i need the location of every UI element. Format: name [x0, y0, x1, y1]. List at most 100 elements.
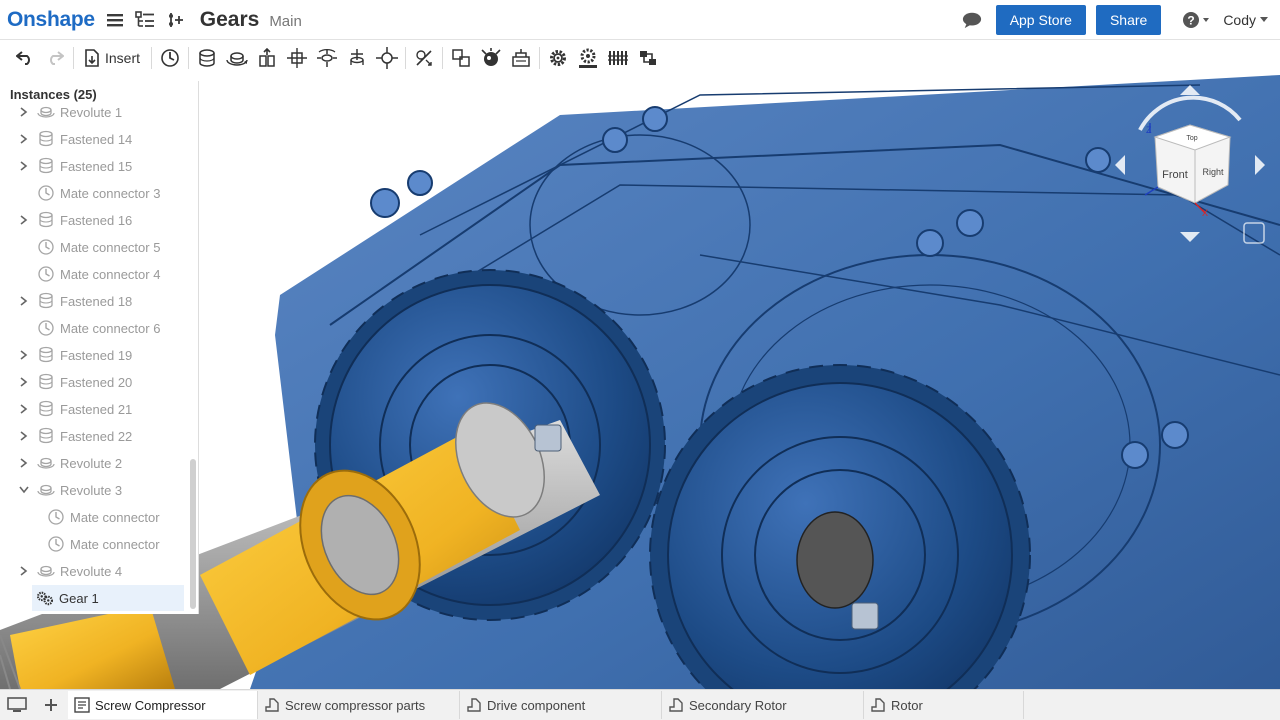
instance-label: Fastened 21: [60, 401, 133, 417]
chevron-right-icon[interactable]: [18, 106, 30, 118]
chevron-right-icon[interactable]: [18, 565, 30, 577]
fastened-mate-icon[interactable]: [192, 43, 222, 73]
rack-pinion-relation-icon[interactable]: [573, 43, 603, 73]
instance-row[interactable]: Revolute 4: [0, 558, 186, 584]
instance-row[interactable]: Fastened 15: [0, 153, 186, 179]
instance-list-scrollbar[interactable]: [190, 459, 196, 609]
chevron-right-icon[interactable]: [18, 376, 30, 388]
toolbar-divider: [151, 46, 153, 69]
instance-row[interactable]: Mate connector 4: [0, 261, 186, 287]
document-tab[interactable]: Screw Compressor: [68, 691, 258, 719]
instance-row[interactable]: Revolute 3: [0, 477, 186, 503]
mate-connector-tool-icon[interactable]: [155, 43, 185, 73]
chevron-right-icon[interactable]: [18, 457, 30, 469]
chevron-right-icon[interactable]: [18, 349, 30, 361]
revolute-mate-icon[interactable]: [222, 43, 252, 73]
chevron-right-icon[interactable]: [18, 430, 30, 442]
document-tab-bar: Screw Compressor Screw compressor parts Dr…: [0, 689, 1280, 720]
fastened-icon: [37, 427, 55, 445]
cylindrical-mate-icon[interactable]: [312, 43, 342, 73]
chevron-right-icon[interactable]: [18, 214, 30, 226]
instance-row[interactable]: Fastened 19: [0, 342, 186, 368]
chevron-right-icon[interactable]: [18, 160, 30, 172]
instance-row[interactable]: Revolute 1: [0, 99, 186, 125]
instance-label: Fastened 18: [60, 293, 133, 309]
instance-row[interactable]: Fastened 18: [0, 288, 186, 314]
instance-row[interactable]: Mate connector: [0, 504, 186, 530]
insert-label: Insert: [105, 49, 141, 66]
slider-mate-icon[interactable]: [252, 43, 282, 73]
document-tab[interactable]: Drive component: [460, 691, 662, 719]
axis-z-label: Z: [1146, 125, 1152, 135]
instance-row[interactable]: Gear 1: [32, 585, 184, 611]
revolute-icon: [37, 481, 55, 499]
undo-icon[interactable]: [10, 43, 40, 73]
instance-row[interactable]: Fastened 21: [0, 396, 186, 422]
screw-relation-icon[interactable]: [603, 43, 633, 73]
insert-button[interactable]: Insert: [77, 43, 148, 73]
view-cube-top-label[interactable]: Top: [1186, 135, 1197, 142]
instance-label: Revolute 1: [60, 104, 123, 120]
group-icon[interactable]: [446, 43, 476, 73]
view-cube-right-label[interactable]: Right: [1202, 167, 1224, 177]
instance-label: Mate connector: [70, 536, 160, 552]
tab-manager-icon[interactable]: [0, 690, 34, 720]
help-icon[interactable]: ?: [1181, 10, 1211, 30]
instance-row[interactable]: Mate connector 6: [0, 315, 186, 341]
user-name: Cody: [1223, 12, 1256, 28]
assembly-icon: [74, 697, 90, 713]
instance-label: Mate connector 3: [60, 185, 161, 201]
tangent-mate-icon[interactable]: [409, 43, 439, 73]
chevron-right-icon[interactable]: [18, 403, 30, 415]
instance-label: Mate connector: [70, 509, 160, 525]
part-studio-icon: [870, 697, 886, 713]
instance-label: Fastened 14: [60, 131, 133, 147]
user-menu[interactable]: Cody: [1223, 12, 1268, 28]
linear-relation-icon[interactable]: [633, 43, 663, 73]
gear-relation-icon[interactable]: [543, 43, 573, 73]
share-button[interactable]: Share: [1095, 5, 1162, 35]
chevron-right-icon[interactable]: [18, 133, 30, 145]
mate-connector-icon: [47, 508, 65, 526]
fastened-icon: [37, 346, 55, 364]
view-cube-front-label[interactable]: Front: [1162, 169, 1188, 181]
named-position-icon[interactable]: [506, 43, 536, 73]
instance-label: Fastened 19: [60, 347, 133, 363]
explode-view-icon[interactable]: [476, 43, 506, 73]
document-title[interactable]: Gears: [200, 8, 260, 32]
onshape-logo[interactable]: Onshape: [7, 8, 95, 32]
redo-icon[interactable]: [40, 43, 70, 73]
pin-slot-mate-icon[interactable]: [342, 43, 372, 73]
instance-row[interactable]: Revolute 2: [0, 450, 186, 476]
instance-row[interactable]: Mate connector 3: [0, 180, 186, 206]
document-tab[interactable]: Screw compressor parts: [258, 691, 460, 719]
add-tab-icon[interactable]: [34, 690, 68, 720]
instance-row[interactable]: Fastened 16: [0, 207, 186, 233]
planar-mate-icon[interactable]: [282, 43, 312, 73]
axis-x-label: X: [1202, 208, 1208, 218]
chevron-down-icon: [1260, 17, 1268, 22]
menu-icon[interactable]: [105, 10, 125, 30]
instance-label: Revolute 4: [60, 563, 123, 579]
instance-row[interactable]: Fastened 22: [0, 423, 186, 449]
comment-icon[interactable]: [962, 10, 982, 30]
chevron-right-icon[interactable]: [18, 295, 30, 307]
mate-connector-icon: [37, 184, 55, 202]
toolbar-divider: [188, 46, 190, 69]
instance-row[interactable]: Mate connector: [0, 531, 186, 557]
branch-name[interactable]: Main: [269, 13, 302, 30]
revolute-icon: [37, 103, 55, 121]
document-tab[interactable]: Secondary Rotor: [662, 691, 864, 719]
toolbar-divider: [539, 46, 541, 69]
instance-row[interactable]: Fastened 14: [0, 126, 186, 152]
document-tab[interactable]: Rotor: [864, 691, 1024, 719]
insert-tab-icon[interactable]: [165, 10, 185, 30]
instance-row[interactable]: Fastened 20: [0, 369, 186, 395]
instance-label: Gear 1: [59, 590, 99, 606]
tab-list: Screw Compressor Screw compressor parts Dr…: [68, 690, 1024, 720]
chevron-down-icon[interactable]: [18, 484, 30, 496]
ball-mate-icon[interactable]: [372, 43, 402, 73]
instance-row[interactable]: Mate connector 5: [0, 234, 186, 260]
feature-list-icon[interactable]: [134, 10, 155, 30]
app-store-button[interactable]: App Store: [995, 5, 1086, 35]
